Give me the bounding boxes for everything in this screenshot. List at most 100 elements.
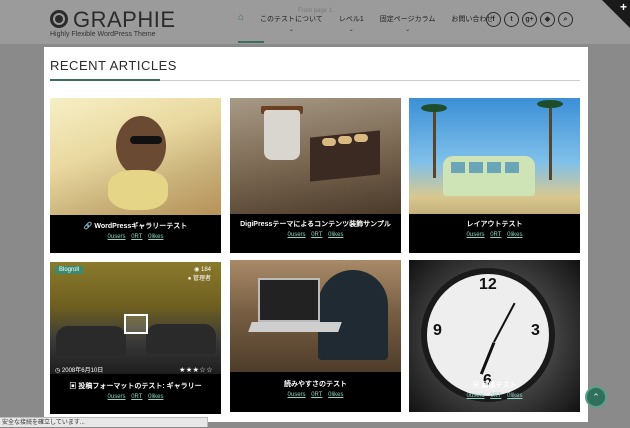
share-counts: 0users 0RT 0likes [50,234,221,240]
logo-mark[interactable] [50,10,68,28]
clock-icon: ◷ [55,368,61,374]
article-title[interactable]: 🔗 WordPressギャラリーテスト [50,221,221,231]
article-title[interactable]: ▣ 画像テスト [409,380,580,390]
bus-window [487,162,501,173]
palm-leaf [537,100,563,108]
share-rt[interactable]: 0RT [131,234,142,240]
share-counts: 0users 0RT 0likes [50,394,221,400]
plus-icon[interactable]: + [620,0,627,14]
share-likes[interactable]: 0likes [328,392,343,398]
logo-text[interactable]: GRAPHIE [73,7,176,33]
nav-page-columns-label: 固定ページカラム [379,16,436,23]
share-users[interactable]: 0users [288,392,306,398]
tagline: Highly Flexible WordPress Theme [50,31,156,38]
home-icon: ⌂ [238,12,245,23]
author-name[interactable]: 管理者 [193,276,211,282]
share-rt[interactable]: 0RT [311,392,322,398]
article-meta: ▣ 画像テスト 0users 0RT 0likes [409,380,580,399]
site-header: GRAPHIE Highly Flexible WordPress Theme … [0,0,630,44]
chevron-down-icon: ⌄ [288,27,294,33]
article-thumbnail[interactable] [230,260,401,372]
feedly-icon[interactable]: ◆ [540,12,555,27]
clock-numeral: 3 [531,322,540,339]
category-badge[interactable]: Blogroll [55,266,84,274]
browser-status-bar: 安全な接続を確立しています... [0,417,208,427]
article-card[interactable]: 読みやすさのテスト 0users 0RT 0likes [230,260,401,412]
nav-level1-label: レベル1 [338,16,364,23]
article-card[interactable]: レイアウトテスト 0users 0RT 0likes [409,98,580,253]
star-rating: ★★★☆☆ [179,367,213,374]
share-likes[interactable]: 0likes [507,393,522,399]
article-card[interactable]: 🔗 WordPressギャラリーテスト 0users 0RT 0likes [50,98,221,253]
article-title[interactable]: DigiPressテーマによるコンテンツ装飾サンプル [230,219,401,229]
google-plus-icon[interactable]: g+ [522,12,537,27]
share-users[interactable]: 0users [467,393,485,399]
bus-window [451,162,465,173]
nav-page-columns[interactable]: 固定ページカラム ⌄ [380,14,436,33]
view-count: 184 [200,267,211,273]
article-card[interactable]: Blogroll ◉ 184 ● 管理者 ◷ 2008年6月10日 ★★★☆☆ … [50,262,221,414]
palm-tree [433,108,436,178]
article-title[interactable]: レイアウトテスト [409,219,580,229]
share-users[interactable]: 0users [108,394,126,400]
minute-hand [493,302,516,343]
scroll-to-top-button[interactable]: ⌃ [585,386,607,408]
share-counts: 0users 0RT 0likes [409,232,580,238]
article-meta: 🔗 WordPressギャラリーテスト 0users 0RT 0likes [50,221,221,240]
facebook-icon[interactable]: f [486,12,501,27]
clock-numeral: 9 [433,322,442,339]
post-stats: ◉ 184 ● 管理者 [188,266,211,284]
vw-bus [443,156,535,196]
gallery-format-icon: ▣ [69,383,77,390]
share-users[interactable]: 0users [288,232,306,238]
share-likes[interactable]: 0likes [507,232,522,238]
coffee-cup [264,110,300,160]
share-likes[interactable]: 0likes [148,234,163,240]
share-rt[interactable]: 0RT [131,394,142,400]
share-counts: 0users 0RT 0likes [230,392,401,398]
article-title-text: WordPressギャラリーテスト [94,223,188,230]
search-icon[interactable]: ⌕ [558,12,573,27]
macaron [322,138,336,146]
section-accent [50,79,160,81]
nav-active-indicator [238,41,264,43]
share-likes[interactable]: 0likes [328,232,343,238]
vintage-car [146,324,216,354]
article-card[interactable]: 12 3 6 9 ▣ 画像テスト 0users 0RT 0likes [409,260,580,412]
article-title-text: 画像テスト [481,382,517,389]
vintage-car [56,326,126,356]
twitter-icon[interactable]: t [504,12,519,27]
article-thumbnail[interactable] [50,98,221,215]
share-rt[interactable]: 0RT [490,232,501,238]
article-thumbnail[interactable] [230,98,401,214]
share-counts: 0users 0RT 0likes [230,232,401,238]
recent-articles-panel: RECENT ARTICLES 🔗 WordPressギャラリーテスト 0use… [44,47,588,422]
palm-tree [549,104,552,180]
share-rt[interactable]: 0RT [311,232,322,238]
bus-window [505,162,519,173]
article-meta: ▣ 投稿フォーマットのテスト: ギャラリー 0users 0RT 0likes [50,381,221,400]
share-likes[interactable]: 0likes [148,394,163,400]
nav-level1[interactable]: レベル1 ⌄ [339,14,364,33]
article-title[interactable]: 読みやすさのテスト [230,379,401,389]
flowers [108,170,168,210]
laptop-base [248,322,342,332]
eye-icon: ◉ [194,267,200,273]
clock-numeral: 12 [479,276,497,293]
social-links: f t g+ ◆ ⌕ [486,12,576,27]
palm-leaf [421,104,447,112]
share-users[interactable]: 0users [108,234,126,240]
nav-about[interactable]: このテストについて ⌄ [260,14,323,33]
article-thumbnail[interactable]: Blogroll ◉ 184 ● 管理者 ◷ 2008年6月10日 ★★★☆☆ [50,262,221,374]
person [318,270,388,360]
article-thumbnail[interactable] [409,98,580,214]
article-card[interactable]: DigiPressテーマによるコンテンツ装飾サンプル 0users 0RT 0l… [230,98,401,253]
nav-home[interactable]: ⌂ [238,12,244,23]
share-rt[interactable]: 0RT [490,393,501,399]
macaron [338,136,352,144]
article-title[interactable]: ▣ 投稿フォーマットのテスト: ギャラリー [50,381,221,391]
chevron-down-icon: ⌄ [348,27,354,33]
share-users[interactable]: 0users [467,232,485,238]
post-date: ◷ 2008年6月10日 [55,365,103,374]
user-icon: ● [187,276,192,282]
